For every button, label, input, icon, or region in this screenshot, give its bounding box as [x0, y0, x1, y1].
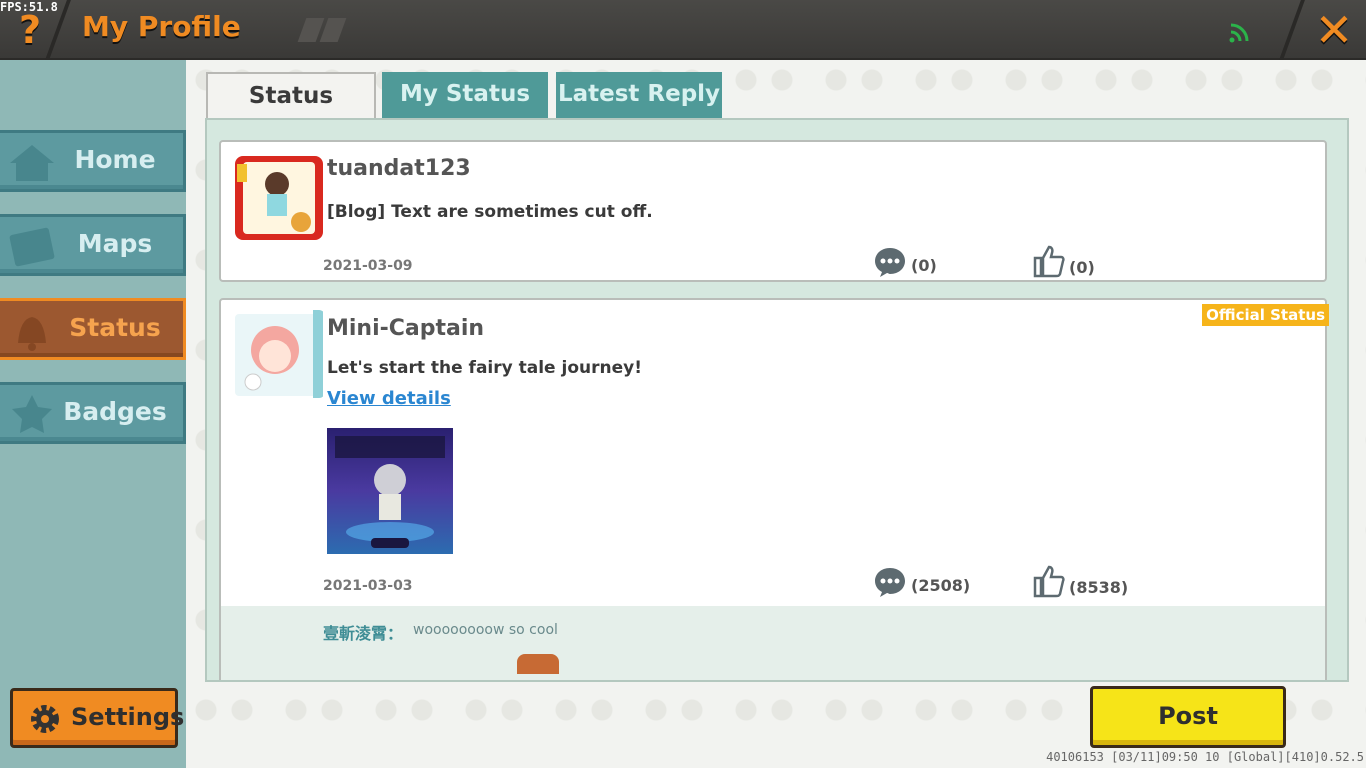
bell-icon	[18, 317, 46, 351]
sidebar-item-badges[interactable]: Badges	[0, 382, 186, 444]
sidebar-item-status[interactable]: Status	[0, 298, 186, 360]
post-image[interactable]	[327, 428, 453, 554]
post-text: Let's start the fairy tale journey!	[327, 358, 642, 378]
comment-count: (0)	[911, 256, 937, 275]
view-details-link[interactable]: View details	[327, 388, 451, 409]
map-icon	[9, 227, 55, 267]
header-decoration	[297, 18, 352, 42]
sidebar-item-maps[interactable]: Maps	[0, 214, 186, 276]
sidebar-item-label: Badges	[63, 397, 167, 426]
version-info: 40106153 [03/11]09:50 10 [Global][410]0.…	[1046, 750, 1364, 764]
like-count: (0)	[1069, 258, 1095, 277]
comment-icon[interactable]	[873, 566, 907, 598]
thumbs-up-icon[interactable]	[1031, 564, 1065, 598]
sidebar-item-label: Home	[74, 145, 156, 174]
sidebar-item-label: Maps	[77, 229, 153, 258]
status-post[interactable]: Mini-Captain Official Status Let's start…	[219, 298, 1329, 680]
avatar[interactable]	[233, 154, 325, 242]
avatar[interactable]	[233, 310, 325, 398]
like-count: (8538)	[1069, 578, 1129, 597]
post-image-art	[335, 436, 445, 548]
wifi-icon	[1229, 23, 1249, 43]
reply-text: woooooooow so cool	[413, 622, 558, 638]
reply-avatar	[517, 654, 559, 674]
post-username[interactable]: tuandat123	[327, 156, 471, 181]
status-post[interactable]: tuandat123 [Blog] Text are sometimes cut…	[219, 140, 1327, 282]
post-text: [Blog] Text are sometimes cut off.	[327, 202, 653, 222]
close-button[interactable]: ✕	[1310, 6, 1358, 54]
post-button[interactable]: Post	[1090, 686, 1286, 748]
thumbs-up-icon[interactable]	[1031, 244, 1065, 278]
post-username[interactable]: Mini-Captain	[327, 316, 484, 341]
tab-latest-reply[interactable]: Latest Reply	[556, 72, 722, 118]
status-feed-panel[interactable]: tuandat123 [Blog] Text are sometimes cut…	[205, 118, 1349, 682]
official-status-badge: Official Status	[1202, 304, 1329, 326]
settings-label: Settings	[71, 703, 185, 731]
sidebar: Home Maps Status Badges	[0, 60, 186, 768]
post-date: 2021-03-03	[323, 578, 413, 594]
reply-preview[interactable]: 壹斬淩霄： woooooooow so cool	[221, 606, 1325, 680]
reply-author[interactable]: 壹斬淩霄：	[323, 620, 403, 644]
comment-icon[interactable]	[873, 246, 907, 278]
help-button[interactable]: ?	[12, 8, 48, 52]
sidebar-item-home[interactable]: Home	[0, 130, 186, 192]
settings-button[interactable]: Settings	[10, 688, 184, 748]
tab-status[interactable]: Status	[206, 72, 376, 118]
comment-count: (2508)	[911, 576, 971, 595]
tab-my-status[interactable]: My Status	[382, 72, 548, 118]
sidebar-item-label: Status	[69, 313, 161, 342]
header-divider	[1279, 0, 1305, 60]
badge-icon	[12, 395, 52, 433]
header-bar: FPS:51.8 ? My Profile ✕	[0, 0, 1366, 60]
gear-icon	[31, 705, 59, 733]
home-icon	[10, 145, 54, 181]
page-title: My Profile	[82, 10, 241, 43]
post-date: 2021-03-09	[323, 258, 413, 274]
